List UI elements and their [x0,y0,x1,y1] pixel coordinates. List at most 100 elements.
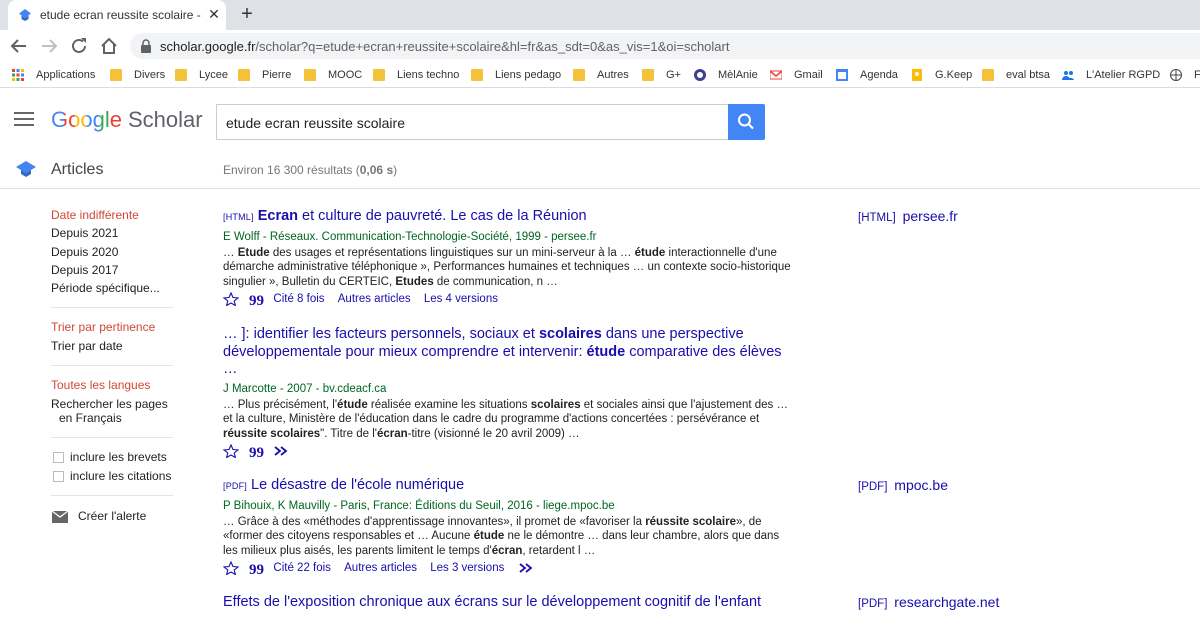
globe-icon [1170,69,1182,81]
folder-icon [110,69,122,81]
date-any-selected[interactable]: Date indifférente [51,208,139,222]
more-chevron-icon[interactable] [518,561,534,575]
gmail-icon [770,70,782,80]
lang-french-line2[interactable]: en Français [59,411,122,425]
result-snippet: … Grâce à des «méthodes d'apprentissage … [223,515,793,559]
snippet-text: des usages et représentations linguistiq… [269,246,635,259]
bookmark-label: Lycee [199,69,228,81]
star-icon[interactable] [223,561,239,575]
result-title[interactable]: Effets de l'exposition chronique aux écr… [223,594,763,612]
results-time: 0,06 s [359,163,394,177]
bookmark-label: Divers [134,69,166,81]
result-item: [PDF] Le désastre de l'école numérique P … [223,477,793,577]
snippet-highlight: étude [634,246,666,259]
result-title[interactable]: [HTML] Ecran et culture de pauvreté. Le c… [223,208,793,227]
more-chevron-icon[interactable] [273,444,289,458]
search-input-value: etude ecran reussite scolaire [226,115,405,131]
citations-label[interactable]: inclure les citations [70,469,171,483]
versions-link[interactable]: Les 3 versions [430,562,504,574]
full-text-host: persee.fr [902,208,958,224]
related-articles-link[interactable]: Autres articles [338,293,411,305]
url-text: scholar.google.fr/scholar?q=etude+ecran+… [160,39,729,54]
sidebar-divider [51,437,173,438]
title-text: et culture de pauvreté. Le cas de la Réu… [298,208,587,224]
snippet-highlight: réussite scolaires [223,427,321,440]
lang-any-selected[interactable]: Toutes les langues [51,378,150,392]
bookmark-label: Pierre [262,69,292,81]
title-highlight: étude [586,343,626,360]
results-count: Environ 16 300 résultats (0,06 s) [223,163,397,177]
search-input[interactable]: etude ecran reussite scolaire [216,104,728,140]
folder-icon [642,69,654,81]
search-button[interactable] [728,104,765,140]
melanie-icon [694,69,706,81]
snippet-text: de communication, n … [433,275,558,288]
snippet-highlight: écran [491,544,523,557]
snippet-highlight: scolaires [530,398,581,411]
lang-french-line1[interactable]: Rechercher les pages [51,397,168,411]
cited-by-link[interactable]: Cité 8 fois [273,293,324,305]
reload-icon[interactable] [68,35,90,57]
date-custom-range[interactable]: Période spécifique... [51,281,160,295]
close-tab-icon[interactable]: ✕ [206,5,222,23]
folder-icon [982,69,994,81]
patents-label[interactable]: inclure les brevets [70,450,167,464]
related-articles-link[interactable]: Autres articles [344,562,417,574]
home-icon[interactable] [98,35,120,57]
patents-checkbox[interactable] [53,452,64,463]
browser-tab-bar: etude ecran reussite scolaire - Go ✕ + [0,0,1200,30]
create-alert-link[interactable]: Créer l'alerte [78,509,146,523]
address-bar[interactable]: scholar.google.fr/scholar?q=etude+ecran+… [130,33,1200,59]
quote-icon[interactable]: 99 [248,561,264,575]
result-item: … ]: identifier les facteurs personnels,… [223,326,793,460]
forward-arrow-icon[interactable] [38,35,60,57]
result-item: Effets de l'exposition chronique aux écr… [223,594,763,612]
tab-title: etude ecran reussite scolaire - Go [40,8,202,22]
folder-icon [373,69,385,81]
svg-text:99: 99 [249,562,264,575]
title-text: … ]: identifier les facteurs personnels,… [223,326,539,342]
full-text-link[interactable]: [PDF] researchgate.net [858,594,999,610]
full-text-host: researchgate.net [894,594,1000,610]
bookmark-label: Gmail [794,69,823,81]
sidebar-divider [51,365,173,366]
hamburger-menu-icon[interactable] [14,111,34,127]
snippet-highlight: écran [376,427,408,440]
google-scholar-logo[interactable]: Google Scholar [51,107,203,133]
bookmark-label: Fr [1194,69,1200,81]
snippet-text: … Plus précisément, l' [223,398,338,411]
quote-icon[interactable]: 99 [248,444,264,458]
date-since-2017[interactable]: Depuis 2017 [51,263,118,277]
full-text-type: [PDF] [858,598,888,610]
logo-google: Google [51,107,122,132]
full-text-link[interactable]: [PDF] mpoc.be [858,477,948,493]
full-text-link[interactable]: [HTML] persee.fr [858,208,958,224]
star-icon[interactable] [223,292,239,306]
sort-by-date[interactable]: Trier par date [51,339,123,353]
result-title[interactable]: … ]: identifier les facteurs personnels,… [223,326,793,379]
date-since-2021[interactable]: Depuis 2021 [51,226,118,240]
result-authors: E Wolff - Réseaux. Communication-Technol… [223,230,597,243]
title-highlight: scolaires [538,326,602,342]
snippet-highlight: étude [473,530,505,542]
bookmark-label: L'Atelier RGPD [1086,69,1161,81]
lock-icon [141,39,151,53]
snippet-text: ". Titre de l' [320,427,377,440]
url-host: scholar.google.fr [160,39,256,54]
search-icon [738,113,754,130]
back-arrow-icon[interactable] [8,35,30,57]
mail-icon [52,511,68,523]
snippet-text: réalisée examine les situations [367,398,531,411]
folder-icon [175,69,187,81]
cited-by-link[interactable]: Cité 22 fois [273,562,331,574]
date-since-2020[interactable]: Depuis 2020 [51,245,118,259]
sort-relevance-selected[interactable]: Trier par pertinence [51,320,155,334]
result-title[interactable]: [PDF] Le désastre de l'école numérique [223,477,793,496]
new-tab-icon[interactable]: + [236,3,258,25]
sidebar-divider [51,307,173,308]
star-icon[interactable] [223,444,239,458]
browser-tab[interactable]: etude ecran reussite scolaire - Go ✕ [8,0,226,30]
quote-icon[interactable]: 99 [248,292,264,306]
versions-link[interactable]: Les 4 versions [424,293,498,305]
citations-checkbox[interactable] [53,471,64,482]
